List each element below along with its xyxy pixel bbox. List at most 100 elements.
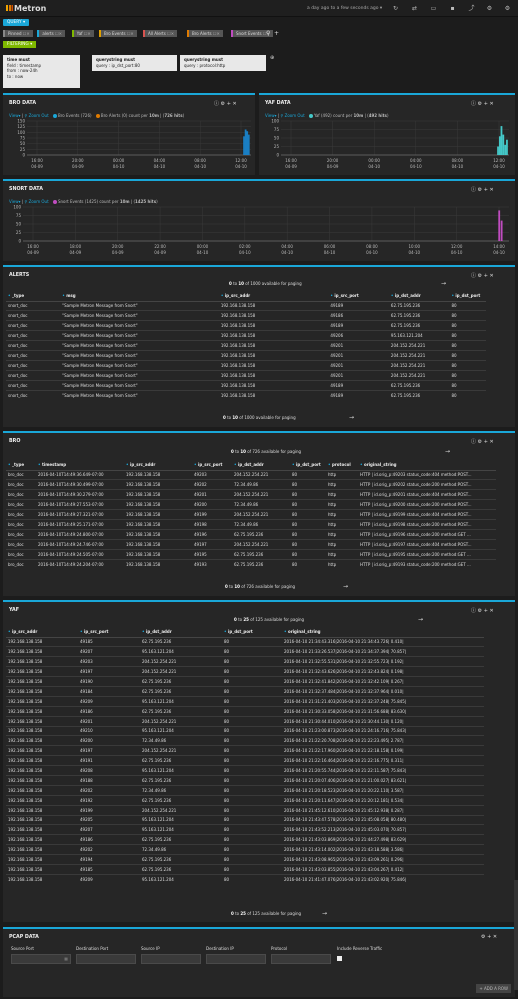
table-row[interactable]: 192.168.138.158 49210 95.163.121.204 80 2016… [6,725,484,736]
table-row[interactable]: snort_doc "Sample Metron Message from Sno… [6,359,486,371]
table-row[interactable]: 192.168.138.158 49203 204.152.254.221 80 201… [6,656,484,667]
query-button[interactable]: QUERY ▾ [3,19,30,26]
column-header[interactable]: • ip_dst_addr [140,626,222,638]
table-row[interactable]: 192.168.138.158 49197 204.152.254.221 80 201… [6,666,484,677]
table-row[interactable]: snort_doc "Sample Metron Message from Sno… [6,379,486,391]
settings-icon[interactable]: ⚙ [504,5,511,12]
source-port-input[interactable]: ▦ [11,954,71,964]
table-row[interactable]: 192.168.138.158 49201 204.152.254.221 80 201… [6,715,484,727]
column-header[interactable]: • ip_dst_port [222,626,282,638]
protocol-input[interactable] [271,954,331,964]
table-row[interactable]: 192.168.138.158 49199 204.152.254.221 80 201… [6,804,484,816]
table-row[interactable]: 192.168.138.158 49184 62.75.195.236 80 2016-… [6,685,484,697]
add-filter-icon[interactable]: ⊕ [270,55,274,61]
gear-icon[interactable]: ⚙ [478,101,482,107]
close-icon[interactable]: ✕ [489,439,493,445]
query-box-time[interactable]: time must field : timestamp from : now-2… [3,55,80,88]
table-row[interactable]: 192.168.138.158 49185 62.75.195.236 80 2016-… [6,636,484,647]
table-row[interactable]: 192.168.138.158 49185 62.75.195.236 80 2016-… [6,863,484,875]
table-row[interactable]: bro_doc 2016-04-10T14:49:27.321-07:00 192.… [6,509,496,520]
table-row[interactable]: 192.168.138.158 49191 62.75.195.236 80 2016-… [6,755,484,766]
close-icon[interactable]: ✕ [489,608,493,614]
destination-port-input[interactable] [76,954,136,964]
table-row[interactable]: snort_doc "Sample Metron Message from Sno… [6,330,486,341]
next-page-icon[interactable]: → [349,414,354,421]
include-reverse-traffic-checkbox[interactable] [337,956,342,961]
query-box-dst-port[interactable]: querystring must query : ip_dst_port:80 [92,55,177,71]
add-row-button[interactable]: + ADD A ROW [476,984,511,993]
next-page-icon[interactable]: → [322,910,327,917]
table-row[interactable]: snort_doc "Sample Metron Message from Sno… [6,389,486,400]
table-row[interactable]: bro_doc 2016-04-10T14:49:27.553-07:00 192.… [6,499,496,510]
table-row[interactable]: snort_doc "Sample Metron Message from Sno… [6,369,486,381]
table-row[interactable]: bro_doc 2016-04-10T14:49:24.204-07:00 192.… [6,558,496,569]
next-page-icon[interactable]: → [441,280,446,287]
column-header[interactable]: • ip_src_port [78,626,140,638]
info-icon[interactable]: ⓘ [471,101,476,107]
time-range-picker[interactable]: a day ago to a few seconds ago ▾ [307,6,382,11]
gear-icon[interactable]: ⚙ [478,439,482,445]
column-header[interactable]: • msg [60,290,219,302]
table-row[interactable]: bro_doc 2016-04-10T14:49:24.800-07:00 192.… [6,528,496,540]
refresh-icon[interactable]: ↻ [392,5,399,12]
table-row[interactable]: 192.168.138.158 49186 62.75.195.236 80 2016-… [6,834,484,845]
scrollbar[interactable] [514,880,518,990]
column-header[interactable]: • ip_src_addr [6,626,78,638]
column-header[interactable]: • original_string [358,459,496,471]
app-logo[interactable]: Metron [6,4,46,13]
info-icon[interactable]: ⓘ [471,608,476,614]
table-row[interactable]: 192.168.138.158 49200 72.34.49.86 80 2016-04… [6,735,484,746]
table-row[interactable]: 192.168.138.158 49202 72.34.49.86 80 2016-04… [6,844,484,855]
column-header[interactable]: • ip_dst_port [290,459,326,471]
next-page-icon[interactable]: → [418,616,423,623]
close-icon[interactable]: ✕ [489,101,493,107]
sync-icon[interactable]: ⇄ [411,5,418,12]
filter-chip[interactable]: All Alerts ☐✕ [143,30,178,37]
folder-open-icon[interactable]: ▭ [430,5,437,12]
add-icon[interactable]: + [484,273,488,279]
source-ip-input[interactable] [141,954,201,964]
query-box-protocol[interactable]: querystring must query : protocol:http [180,55,266,71]
filter-chip[interactable]: alerts ☐✕ [37,30,65,37]
info-icon[interactable]: ⓘ [471,439,476,445]
filter-chip[interactable]: Bro Events ☐✕ [99,30,137,37]
table-row[interactable]: 192.168.138.158 49202 72.34.49.86 80 2016-04… [6,784,484,796]
save-icon[interactable]: ▪ [449,5,456,12]
table-row[interactable]: 192.168.138.158 49190 62.75.195.236 80 2016-… [6,676,484,687]
chip-controls-icon[interactable]: ☐✕ [126,31,134,36]
add-icon[interactable]: + [487,934,491,940]
chip-controls-icon[interactable]: ☐✕ [22,31,30,36]
column-header[interactable]: • ip_src_port [192,459,232,471]
table-row[interactable]: bro_doc 2016-04-10T14:49:24.505-07:00 192.… [6,548,496,560]
column-header[interactable]: • _type [6,290,61,302]
add-icon[interactable]: + [274,30,279,37]
filtering-button[interactable]: FILTERING ▾ [3,41,37,48]
column-header[interactable]: • _type [6,459,36,471]
add-icon[interactable]: + [484,439,488,445]
table-row[interactable]: 192.168.138.158 49192 62.75.195.236 80 2016-… [6,794,484,806]
filter-chip[interactable]: Yaf ☐✕ [71,30,94,37]
column-header[interactable]: • ip_dst_addr [388,290,450,302]
column-header[interactable]: • ip_src_addr [124,459,192,471]
chip-controls-icon[interactable]: ☐✕ [212,31,220,36]
share-icon[interactable]: ⤴ [468,5,475,12]
add-icon[interactable]: + [484,608,488,614]
table-row[interactable]: 192.168.138.158 49208 95.163.121.204 80 2016… [6,765,484,776]
column-header[interactable]: • original_string [282,626,484,638]
column-header[interactable]: • ip_src_port [328,290,389,302]
table-row[interactable]: bro_doc 2016-04-10T14:49:36.649-07:00 192.… [6,469,496,480]
add-icon[interactable]: + [227,101,231,107]
table-row[interactable]: 192.168.138.158 49207 95.163.121.204 80 2016… [6,824,484,835]
destination-ip-input[interactable] [206,954,266,964]
next-page-icon[interactable]: → [445,448,450,455]
table-row[interactable]: 192.168.138.158 49205 95.163.121.204 80 2016… [6,814,484,825]
gear-icon[interactable]: ⚙ [478,608,482,614]
table-row[interactable]: bro_doc 2016-04-10T14:49:30.279-07:00 192.… [6,489,496,500]
info-icon[interactable]: ⓘ [471,273,476,279]
yaf-histogram[interactable]: 100755025016:0004-0920:0004-0900:0004-10… [259,117,515,175]
table-row[interactable]: snort_doc "Sample Metron Message from Sno… [6,340,486,351]
info-icon[interactable]: ⓘ [471,187,476,193]
column-header[interactable]: • ip_dst_addr [232,459,290,471]
column-header[interactable]: • protocol [326,459,358,471]
settings-icon[interactable]: ⚙ [486,5,493,12]
